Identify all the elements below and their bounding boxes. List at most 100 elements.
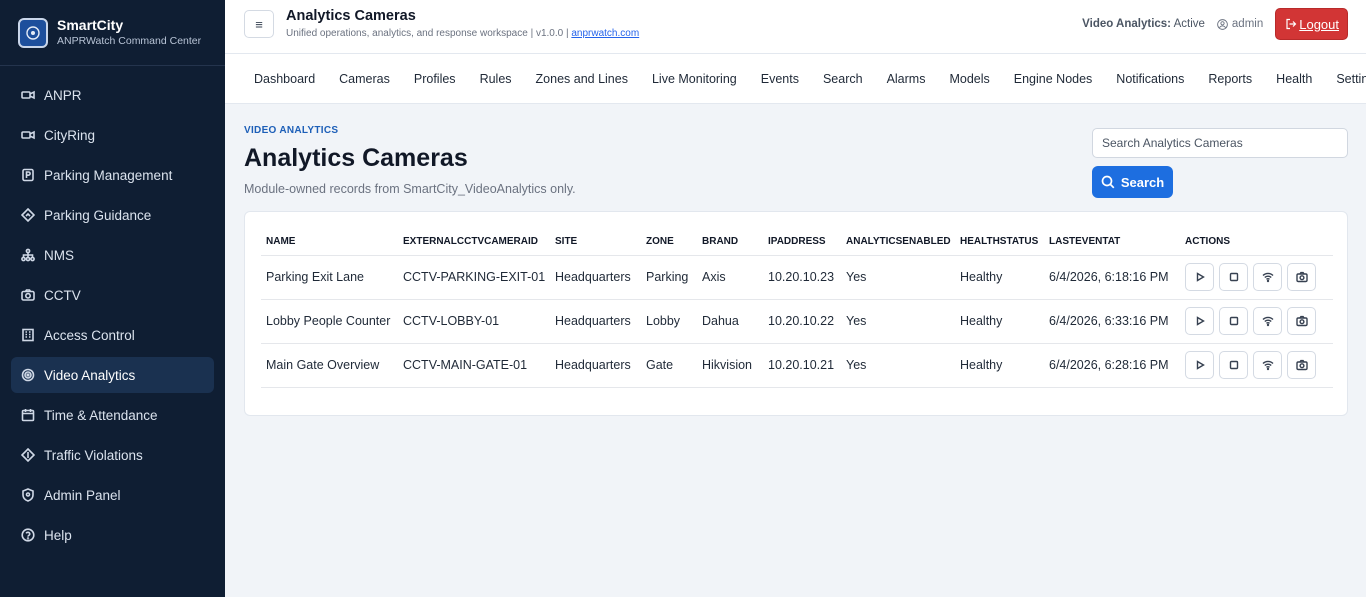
cameras-table: NAME EXTERNALCCTVCAMERAID SITE ZONE BRAN… [261, 228, 1333, 388]
snapshot-button[interactable] [1287, 263, 1316, 291]
cell-health-status: Healthy [955, 343, 1044, 388]
cell-actions [1180, 299, 1333, 344]
logout-label: Logout [1299, 16, 1339, 32]
sidebar-item-label: Parking Guidance [44, 207, 152, 223]
tab-search[interactable]: Search [823, 72, 863, 86]
sidebar-item-traffic-violations[interactable]: Traffic Violations [11, 437, 214, 473]
sidebar-item-label: Traffic Violations [44, 447, 143, 463]
photo-camera-icon [21, 288, 35, 302]
sidebar-item-label: ANPR [44, 87, 82, 103]
snapshot-button[interactable] [1287, 351, 1316, 379]
header: ≡ Analytics Cameras Unified operations, … [225, 0, 1366, 54]
user-menu[interactable]: admin [1217, 18, 1263, 30]
cell-health-status: Healthy [955, 255, 1044, 300]
header-right: Video Analytics: Active admin Logout [1082, 8, 1348, 40]
table-row: Parking Exit Lane CCTV-PARKING-EXIT-01 H… [261, 255, 1333, 300]
logout-icon [1286, 18, 1297, 30]
status-label: Video Analytics: [1082, 18, 1172, 30]
connection-test-button[interactable] [1253, 263, 1282, 291]
stop-icon [1229, 360, 1238, 370]
stop-button[interactable] [1219, 263, 1248, 291]
play-icon [1196, 360, 1205, 370]
sidebar-item-label: CCTV [44, 287, 81, 303]
parking-icon [21, 168, 35, 182]
sidebar-item-parking-guidance[interactable]: Parking Guidance [11, 197, 214, 233]
sidebar-item-video-analytics[interactable]: Video Analytics [11, 357, 214, 393]
search-button[interactable]: Search [1092, 166, 1173, 198]
column-header: NAME [261, 228, 398, 256]
header-subtitle: Unified operations, analytics, and respo… [286, 28, 639, 39]
cell-zone: Lobby [641, 299, 697, 344]
tab-health[interactable]: Health [1276, 72, 1312, 86]
cell-brand: Hikvision [697, 343, 763, 388]
tab-reports[interactable]: Reports [1208, 72, 1252, 86]
user-icon [1217, 18, 1228, 30]
cell-site: Headquarters [550, 343, 641, 388]
menu-icon: ≡ [255, 16, 263, 32]
diamond-icon [21, 448, 35, 462]
cell-site: Headquarters [550, 255, 641, 300]
wifi-icon [1262, 316, 1273, 327]
search-input[interactable] [1092, 128, 1348, 158]
tab-live-monitoring[interactable]: Live Monitoring [652, 72, 737, 86]
connection-test-button[interactable] [1253, 351, 1282, 379]
tab-settings[interactable]: Settings [1336, 72, 1366, 86]
sidebar-item-access-control[interactable]: Access Control [11, 317, 214, 353]
sidebar-item-help[interactable]: Help [11, 517, 214, 553]
building-icon [21, 328, 35, 342]
snapshot-icon [1295, 315, 1308, 327]
tab-zones-and-lines[interactable]: Zones and Lines [536, 72, 628, 86]
cell-actions [1180, 343, 1333, 388]
sidebar-item-time-attendance[interactable]: Time & Attendance [11, 397, 214, 433]
cell-last-event-at: 6/4/2026, 6:28:16 PM [1044, 343, 1180, 388]
sidebar-item-cctv[interactable]: CCTV [11, 277, 214, 313]
column-header: ANALYTICSENABLED [841, 228, 955, 256]
start-button[interactable] [1185, 307, 1214, 335]
sidebar-item-label: Parking Management [44, 167, 173, 183]
tab-models[interactable]: Models [949, 72, 989, 86]
header-link[interactable]: anprwatch.com [571, 28, 639, 39]
snapshot-icon [1295, 359, 1308, 371]
stop-button[interactable] [1219, 307, 1248, 335]
cell-external-id: CCTV-MAIN-GATE-01 [398, 343, 550, 388]
cell-actions [1180, 255, 1333, 300]
sidebar-item-admin-panel[interactable]: Admin Panel [11, 477, 214, 513]
cell-site: Headquarters [550, 299, 641, 344]
logout-button[interactable]: Logout [1275, 8, 1348, 40]
snapshot-button[interactable] [1287, 307, 1316, 335]
tab-engine-nodes[interactable]: Engine Nodes [1014, 72, 1093, 86]
tab-events[interactable]: Events [761, 72, 799, 86]
cell-analytics-enabled: Yes [841, 343, 955, 388]
tab-alarms[interactable]: Alarms [887, 72, 926, 86]
start-button[interactable] [1185, 263, 1214, 291]
shield-icon [21, 488, 35, 502]
sidebar-item-parking-management[interactable]: Parking Management [11, 157, 214, 193]
cell-ip-address: 10.20.10.23 [763, 255, 841, 300]
connection-test-button[interactable] [1253, 307, 1282, 335]
menu-toggle-button[interactable]: ≡ [244, 10, 274, 38]
cell-analytics-enabled: Yes [841, 255, 955, 300]
tab-dashboard[interactable]: Dashboard [254, 72, 315, 86]
column-header: SITE [550, 228, 641, 256]
calendar-icon [21, 408, 35, 422]
sidebar-item-cityring[interactable]: CityRing [11, 117, 214, 153]
stop-button[interactable] [1219, 351, 1248, 379]
sidebar-item-label: Admin Panel [44, 487, 121, 503]
sidebar-item-nms[interactable]: NMS [11, 237, 214, 273]
tab-notifications[interactable]: Notifications [1116, 72, 1184, 86]
cell-name: Main Gate Overview [261, 343, 398, 388]
cell-brand: Dahua [697, 299, 763, 344]
cell-ip-address: 10.20.10.21 [763, 343, 841, 388]
tab-cameras[interactable]: Cameras [339, 72, 390, 86]
stop-icon [1229, 272, 1238, 282]
search-button-label: Search [1120, 174, 1165, 190]
brand: SmartCity ANPRWatch Command Center [0, 0, 225, 66]
section-label: VIDEO ANALYTICS [244, 125, 339, 136]
tab-profiles[interactable]: Profiles [414, 72, 456, 86]
start-button[interactable] [1185, 351, 1214, 379]
sidebar-item-anpr[interactable]: ANPR [11, 77, 214, 113]
tab-rules[interactable]: Rules [480, 72, 512, 86]
cell-zone: Parking [641, 255, 697, 300]
sidebar-item-label: Help [44, 527, 72, 543]
cell-health-status: Healthy [955, 299, 1044, 344]
